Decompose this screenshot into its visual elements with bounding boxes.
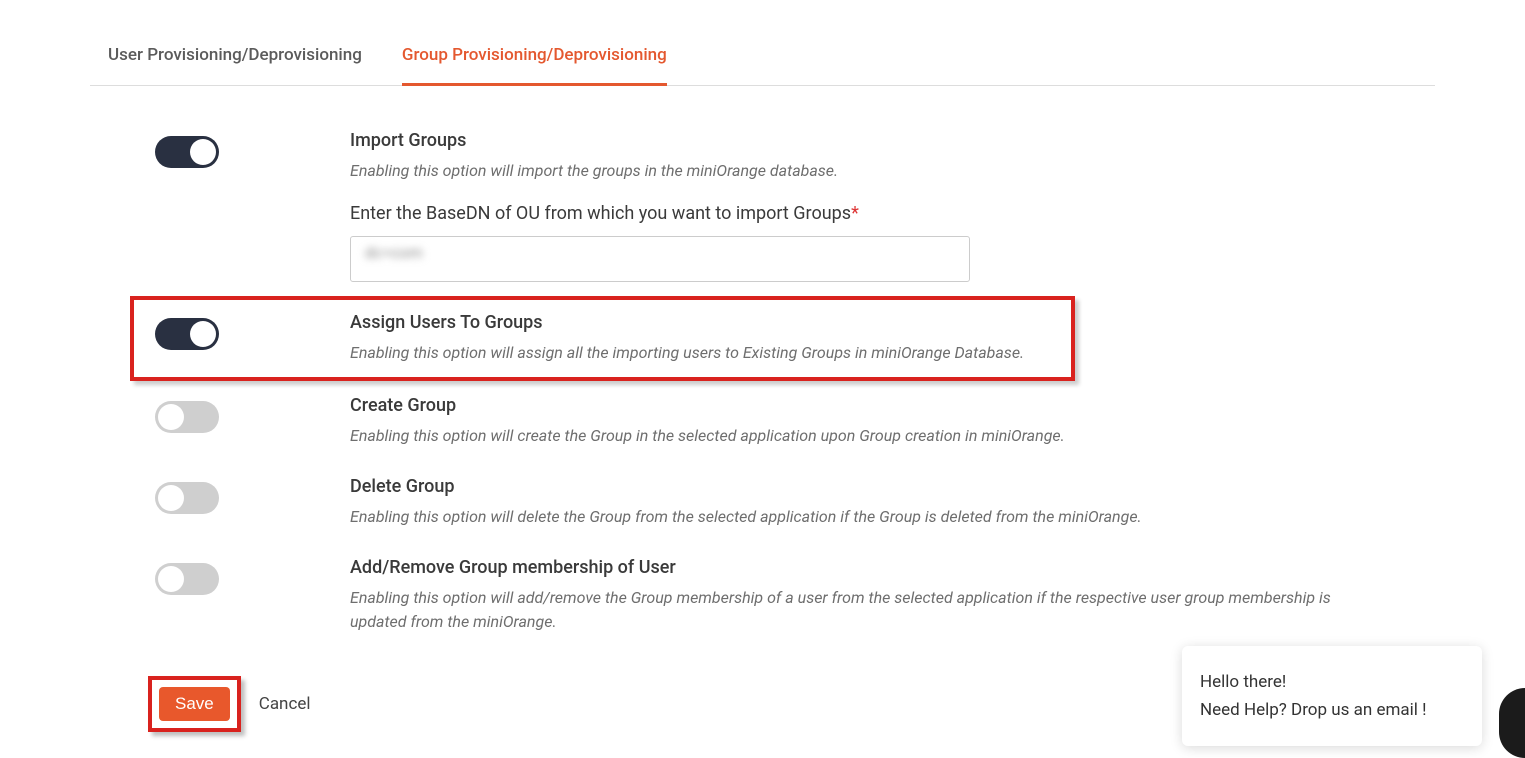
basedn-input[interactable]: dc=com <box>350 236 970 282</box>
assign-users-desc: Enabling this option will assign all the… <box>350 341 1065 365</box>
option-delete-group: Delete Group Enabling this option will d… <box>140 462 1435 543</box>
toggle-assign-users[interactable] <box>155 318 219 350</box>
chat-line-1: Hello there! <box>1200 672 1464 692</box>
cancel-button[interactable]: Cancel <box>259 694 311 714</box>
import-groups-title: Import Groups <box>350 130 1350 151</box>
delete-group-title: Delete Group <box>350 476 1350 497</box>
option-create-group: Create Group Enabling this option will c… <box>140 381 1435 462</box>
chat-line-2: Need Help? Drop us an email ! <box>1200 700 1464 720</box>
help-chat-popup[interactable]: Hello there! Need Help? Drop us an email… <box>1182 646 1482 746</box>
toggle-delete-group[interactable] <box>155 482 219 514</box>
toggle-add-remove-membership[interactable] <box>155 563 219 595</box>
assign-users-title: Assign Users To Groups <box>350 312 1065 333</box>
add-remove-desc: Enabling this option will add/remove the… <box>350 586 1350 634</box>
toggle-import-groups[interactable] <box>155 136 219 168</box>
highlight-assign-users: Assign Users To Groups Enabling this opt… <box>130 296 1075 381</box>
tab-user-provisioning[interactable]: User Provisioning/Deprovisioning <box>108 31 362 86</box>
add-remove-title: Add/Remove Group membership of User <box>350 557 1350 578</box>
toggle-create-group[interactable] <box>155 401 219 433</box>
highlight-save: Save <box>148 676 241 732</box>
option-import-groups: Import Groups Enabling this option will … <box>140 116 1435 296</box>
tab-group-provisioning[interactable]: Group Provisioning/Deprovisioning <box>402 31 667 86</box>
create-group-desc: Enabling this option will create the Gro… <box>350 424 1350 448</box>
option-add-remove-membership: Add/Remove Group membership of User Enab… <box>140 543 1435 648</box>
tabs: User Provisioning/Deprovisioning Group P… <box>90 30 1435 86</box>
import-groups-desc: Enabling this option will import the gro… <box>350 159 1350 183</box>
save-button[interactable]: Save <box>159 687 230 721</box>
chat-launcher-icon[interactable] <box>1499 688 1525 758</box>
create-group-title: Create Group <box>350 395 1350 416</box>
delete-group-desc: Enabling this option will delete the Gro… <box>350 505 1350 529</box>
basedn-label: Enter the BaseDN of OU from which you wa… <box>350 203 1350 224</box>
